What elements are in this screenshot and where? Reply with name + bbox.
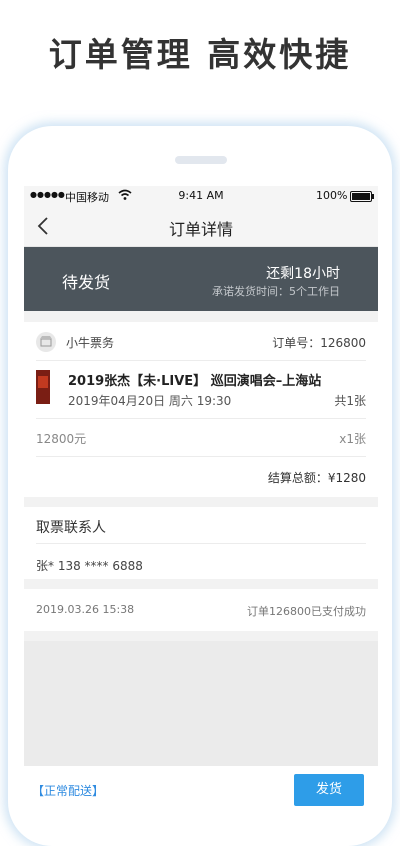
empty-area bbox=[24, 641, 378, 766]
payment-status: 订单126800已支付成功 bbox=[247, 605, 366, 618]
ticket-price: 12800元 bbox=[36, 432, 87, 446]
divider bbox=[36, 543, 366, 544]
event-poster-thumbnail bbox=[36, 370, 50, 404]
divider bbox=[36, 360, 366, 361]
battery-icon bbox=[350, 191, 374, 202]
order-card: 小牛票务 订单号：126800 2019张杰【未·LIVE】 巡回演唱会–上海站… bbox=[24, 322, 378, 497]
contact-card: 取票联系人 张* 138 **** 6888 bbox=[24, 507, 378, 579]
order-total: 结算总额：¥1280 bbox=[267, 471, 366, 485]
remaining-time: 还剩18小时 bbox=[266, 266, 340, 282]
promised-ship-time: 承诺发货时间：5个工作日 bbox=[212, 285, 340, 298]
divider bbox=[36, 418, 366, 419]
ship-button[interactable]: 发货 bbox=[294, 774, 364, 806]
ticket-count: 共1张 bbox=[334, 394, 366, 408]
order-number: 订单号：126800 bbox=[272, 336, 366, 350]
delivery-type: 【正常配送】 bbox=[32, 784, 105, 798]
event-date: 2019年04月20日 周六 19:30 bbox=[68, 394, 232, 408]
ticket-quantity: x1张 bbox=[339, 432, 366, 446]
contact-title: 取票联系人 bbox=[36, 520, 106, 536]
phone-speaker bbox=[175, 156, 227, 164]
order-state: 待发货 bbox=[62, 273, 111, 292]
divider bbox=[36, 456, 366, 457]
payment-card: 2019.03.26 15:38 订单126800已支付成功 bbox=[24, 589, 378, 631]
payment-time: 2019.03.26 15:38 bbox=[36, 603, 135, 616]
shop-name: 小牛票务 bbox=[66, 336, 115, 350]
order-status-panel: 待发货 还剩18小时 承诺发货时间：5个工作日 bbox=[24, 247, 378, 311]
event-title: 2019张杰【未·LIVE】 巡回演唱会–上海站 bbox=[68, 374, 322, 389]
shop-icon bbox=[36, 332, 56, 352]
phone-frame: ●●●●● 中国移动 9:41 AM 100% 订单详情 待发货 还剩18小时 … bbox=[8, 126, 392, 846]
app-screen: ●●●●● 中国移动 9:41 AM 100% 订单详情 待发货 还剩18小时 … bbox=[24, 186, 378, 806]
nav-bar: 订单详情 bbox=[24, 206, 378, 247]
battery-percent: 100% bbox=[316, 189, 348, 202]
promo-headline: 订单管理 高效快捷 bbox=[48, 35, 352, 74]
page-title: 订单详情 bbox=[168, 220, 233, 239]
contact-info: 张* 138 **** 6888 bbox=[36, 559, 143, 573]
status-bar: ●●●●● 中国移动 9:41 AM 100% bbox=[24, 186, 378, 206]
bottom-action-bar: 【正常配送】 发货 bbox=[24, 766, 378, 806]
